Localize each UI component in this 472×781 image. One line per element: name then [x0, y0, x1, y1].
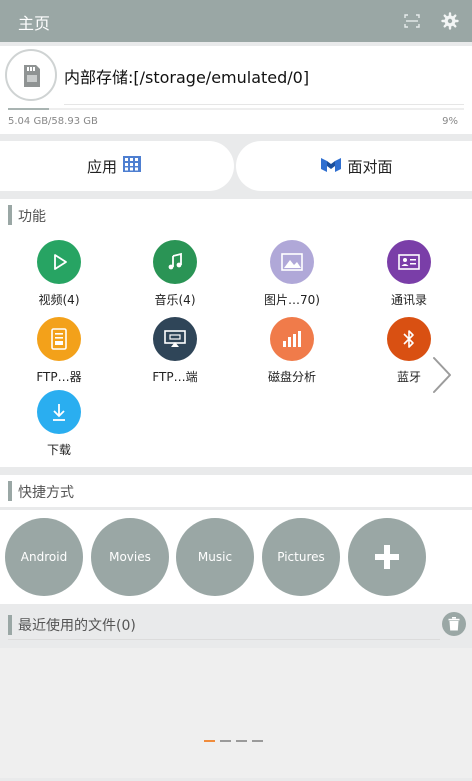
function-music-label: 音乐(4)	[154, 293, 196, 307]
bluetooth-icon	[387, 317, 431, 361]
section-accent-bar	[8, 615, 12, 635]
play-icon	[37, 240, 81, 284]
storage-divider	[64, 104, 464, 105]
page-dot-1[interactable]	[204, 740, 215, 742]
shortcut-movies[interactable]: Movies	[91, 518, 169, 596]
plus-icon	[375, 545, 399, 569]
chevron-right-icon[interactable]	[428, 354, 456, 396]
function-download-label: 下载	[46, 443, 71, 457]
recent-files-divider	[8, 639, 440, 640]
page-dot-2[interactable]	[220, 740, 231, 742]
clear-recent-button[interactable]	[442, 612, 466, 636]
ftp-server-icon	[37, 317, 81, 361]
functions-title: 功能	[18, 209, 46, 225]
image-icon	[270, 240, 314, 284]
function-contacts-label: 通讯录	[390, 293, 427, 307]
shortcut-android[interactable]: Android	[5, 518, 83, 596]
grid-icon	[123, 156, 141, 176]
page-indicator	[204, 740, 263, 742]
shortcuts-title: 快捷方式	[18, 485, 74, 501]
function-ftp-client-label: FTP…端	[152, 370, 198, 384]
storage-usage-fill	[8, 108, 50, 110]
contact-card-icon	[387, 240, 431, 284]
shortcuts-panel: Android Movies Music Pictures	[0, 510, 472, 604]
quick-buttons: 应用 面对面	[0, 141, 472, 191]
function-music[interactable]: 音乐(4)	[125, 240, 225, 308]
face-to-face-label: 面对面	[347, 157, 393, 176]
page-title: 主页	[18, 14, 51, 33]
function-video[interactable]: 视频(4)	[9, 240, 109, 308]
storage-used-text: 5.04 GB/58.93 GB	[8, 116, 98, 127]
title-bar: 主页	[0, 0, 472, 42]
bar-chart-icon	[270, 317, 314, 361]
sd-card-icon	[5, 49, 57, 101]
function-disk-analysis-label: 磁盘分析	[267, 370, 316, 384]
gear-icon[interactable]	[440, 11, 460, 31]
section-accent-bar	[8, 481, 12, 501]
function-images-label: 图片…70)	[264, 293, 320, 307]
function-ftp-server-label: FTP…器	[36, 370, 82, 384]
storage-path: 内部存储:[/storage/emulated/0]	[64, 68, 310, 87]
face-to-face-button[interactable]: 面对面	[236, 141, 472, 191]
music-note-icon	[153, 240, 197, 284]
apps-label: 应用	[86, 157, 117, 176]
function-video-label: 视频(4)	[38, 293, 80, 307]
shortcuts-section-header: 快捷方式	[0, 475, 472, 507]
recent-files-list	[0, 648, 472, 778]
ftp-client-icon	[153, 317, 197, 361]
function-download[interactable]: 下载	[9, 390, 109, 458]
function-images[interactable]: 图片…70)	[242, 240, 342, 308]
function-contacts[interactable]: 通讯录	[359, 240, 459, 308]
function-ftp-client[interactable]: FTP…端	[125, 317, 225, 385]
shortcut-music[interactable]: Music	[176, 518, 254, 596]
storage-card[interactable]: 内部存储:[/storage/emulated/0] 5.04 GB/58.93…	[0, 46, 472, 134]
page-dot-4[interactable]	[252, 740, 263, 742]
recent-files-title: 最近使用的文件(0)	[18, 618, 136, 634]
trash-icon	[448, 617, 460, 631]
functions-section-header: 功能	[0, 199, 472, 231]
function-ftp-server[interactable]: FTP…器	[9, 317, 109, 385]
storage-percent: 9%	[442, 116, 458, 127]
download-icon	[37, 390, 81, 434]
function-disk-analysis[interactable]: 磁盘分析	[242, 317, 342, 385]
face-to-face-icon	[321, 156, 342, 176]
scan-icon[interactable]	[402, 11, 422, 31]
add-shortcut-button[interactable]	[348, 518, 426, 596]
recent-files-section-header: 最近使用的文件(0)	[0, 609, 472, 640]
apps-button[interactable]: 应用	[0, 141, 234, 191]
section-accent-bar	[8, 205, 12, 225]
page-dot-3[interactable]	[236, 740, 247, 742]
shortcut-pictures[interactable]: Pictures	[262, 518, 340, 596]
storage-usage-bar	[8, 108, 464, 110]
